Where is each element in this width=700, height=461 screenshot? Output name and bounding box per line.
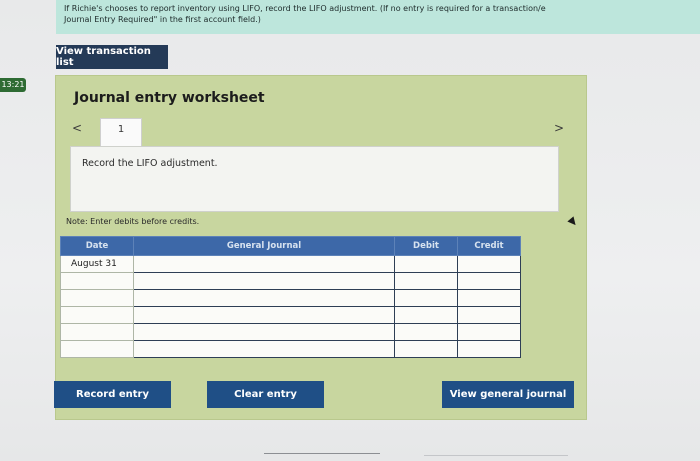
divider [264, 453, 380, 454]
account-input[interactable] [133, 340, 395, 358]
debit-input[interactable] [394, 272, 458, 290]
credit-input[interactable] [457, 340, 521, 358]
debit-input[interactable] [394, 306, 458, 324]
entry-description-box: Record the LIFO adjustment. [70, 146, 559, 212]
account-input[interactable] [133, 255, 395, 273]
table-row [60, 272, 521, 290]
account-input[interactable] [133, 272, 395, 290]
previous-arrow-icon[interactable]: < [72, 121, 82, 135]
credit-input[interactable] [457, 255, 521, 273]
clear-entry-button[interactable]: Clear entry [207, 381, 324, 408]
debit-input[interactable] [394, 255, 458, 273]
date-cell[interactable] [60, 306, 134, 324]
date-cell[interactable]: August 31 [60, 255, 134, 273]
timer-badge: 13:21 [0, 78, 26, 92]
credit-input[interactable] [457, 289, 521, 307]
debit-input[interactable] [394, 289, 458, 307]
view-transaction-list-button[interactable]: View transaction list [56, 45, 168, 69]
table-row [60, 340, 521, 358]
next-arrow-icon[interactable]: > [554, 121, 564, 135]
credit-input[interactable] [457, 306, 521, 324]
journal-table: Date General Journal Debit Credit August… [60, 236, 521, 358]
view-general-journal-button[interactable]: View general journal [442, 381, 574, 408]
header-debit: Debit [394, 236, 458, 256]
instructions-line-1: If Richie's chooses to report inventory … [64, 4, 546, 13]
account-input[interactable] [133, 306, 395, 324]
table-row [60, 323, 521, 341]
table-row [60, 289, 521, 307]
table-row: August 31 [60, 255, 521, 273]
date-cell[interactable] [60, 272, 134, 290]
account-input[interactable] [133, 289, 395, 307]
debits-note: Note: Enter debits before credits. [66, 217, 200, 226]
journal-entry-worksheet: Journal entry worksheet < > 1 Record the… [55, 75, 587, 420]
divider [424, 455, 568, 456]
date-cell[interactable] [60, 289, 134, 307]
header-general-journal: General Journal [133, 236, 395, 256]
worksheet-title: Journal entry worksheet [74, 90, 265, 106]
header-credit: Credit [457, 236, 521, 256]
entry-tab-1[interactable]: 1 [100, 118, 142, 147]
account-input[interactable] [133, 323, 395, 341]
debit-input[interactable] [394, 323, 458, 341]
table-row [60, 306, 521, 324]
entry-description: Record the LIFO adjustment. [82, 158, 218, 169]
date-cell[interactable] [60, 340, 134, 358]
record-entry-button[interactable]: Record entry [54, 381, 171, 408]
credit-input[interactable] [457, 272, 521, 290]
date-cell[interactable] [60, 323, 134, 341]
instructions-line-2: Journal Entry Required" in the first acc… [64, 15, 261, 24]
header-date: Date [60, 236, 134, 256]
debit-input[interactable] [394, 340, 458, 358]
credit-input[interactable] [457, 323, 521, 341]
instructions-banner: If Richie's chooses to report inventory … [56, 0, 700, 34]
